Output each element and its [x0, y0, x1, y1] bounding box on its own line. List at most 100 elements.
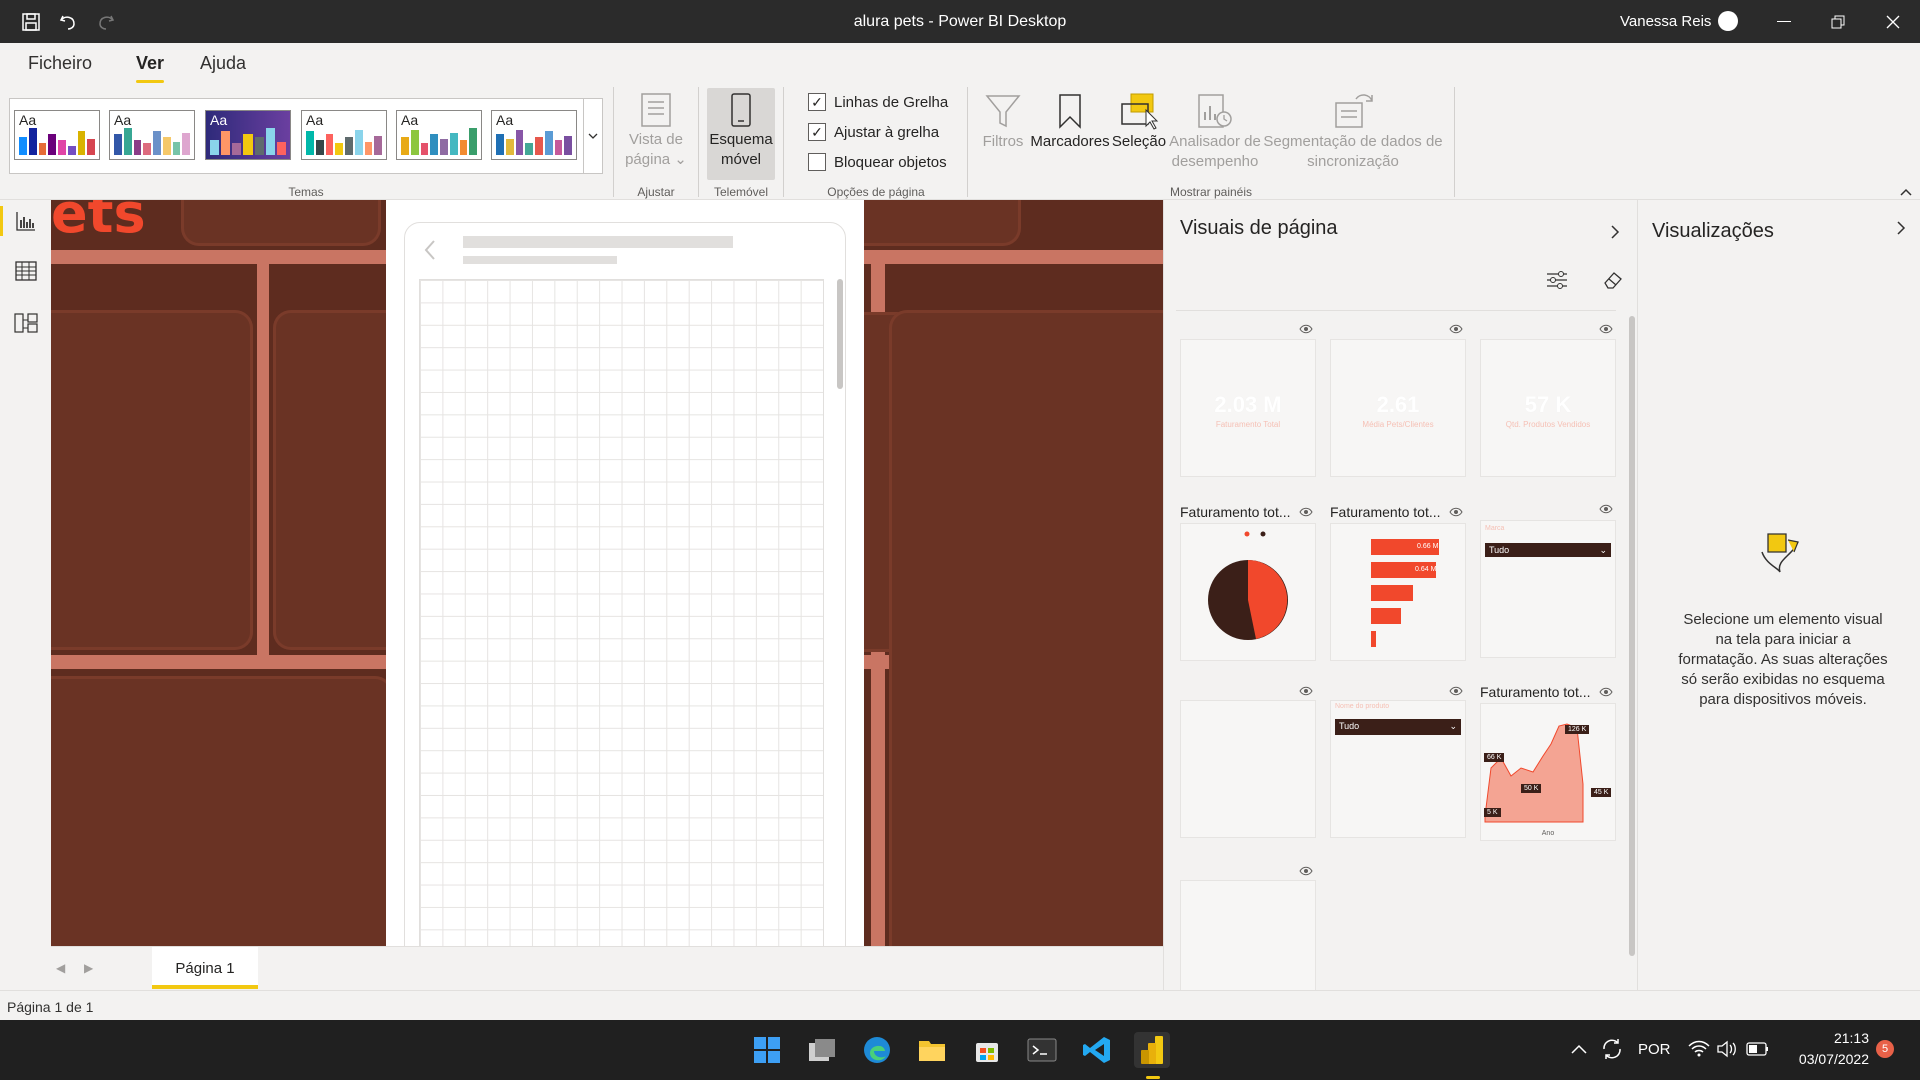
battery-icon[interactable] [1746, 1041, 1770, 1057]
store-icon[interactable] [969, 1032, 1005, 1068]
eye-icon[interactable] [1299, 324, 1313, 334]
chevron-right-icon[interactable] [1896, 220, 1906, 236]
eye-icon[interactable] [1449, 324, 1463, 334]
wifi-icon[interactable] [1688, 1040, 1710, 1058]
divider [967, 87, 968, 197]
eye-icon[interactable] [1299, 866, 1313, 876]
language-indicator[interactable]: POR [1638, 1041, 1671, 1058]
area-chart-thumbnail[interactable]: 126 K 66 K 50 K 45 K 5 K Ano [1480, 703, 1616, 841]
theme-innovate[interactable]: Aa [396, 110, 482, 160]
kpi-card-media-pets[interactable]: 2.61 Média Pets/Clientes [1330, 339, 1466, 477]
tab-ver[interactable]: Ver [136, 53, 165, 83]
clock-date[interactable]: 03/07/2022 [1785, 1051, 1869, 1067]
eye-icon[interactable] [1599, 324, 1613, 334]
eye-icon[interactable] [1449, 507, 1463, 517]
active-indicator [0, 206, 3, 236]
bookmarks-button[interactable]: Marcadores [1029, 90, 1111, 152]
sync-slicers-button[interactable]: Segmentação de dados de sincronização [1263, 90, 1443, 172]
axis-label: Ano [1541, 830, 1555, 837]
mobile-layout-button[interactable]: Esquema móvel [707, 88, 775, 180]
avatar[interactable] [1718, 11, 1738, 31]
eye-icon[interactable] [1599, 504, 1613, 514]
theme-selected[interactable]: Aa [205, 110, 291, 160]
eye-icon[interactable] [1449, 686, 1463, 696]
gridlines-checkbox[interactable]: ✓ Linhas de Grelha [808, 93, 948, 111]
tab-ficheiro[interactable]: Ficheiro [28, 53, 92, 74]
notification-badge[interactable]: 5 [1876, 1040, 1894, 1058]
sync-icon[interactable] [1600, 1038, 1624, 1060]
scrollbar[interactable] [1629, 316, 1635, 956]
slicer-value: Tudo [1339, 721, 1360, 731]
page-tabs-bar: ◀ ▶ Página 1 [51, 946, 1163, 990]
theme-default[interactable]: Aa [14, 110, 100, 160]
next-page-icon[interactable]: ▶ [84, 961, 93, 975]
tab-ajuda[interactable]: Ajuda [200, 53, 246, 74]
windows-start-icon[interactable] [749, 1032, 785, 1068]
check-icon: ✓ [808, 123, 826, 141]
slicer-header: Nome do produto [1335, 703, 1390, 710]
pie-chart-thumbnail[interactable] [1180, 523, 1316, 661]
data-view-icon[interactable] [13, 258, 39, 284]
mobile-layout-label-1: Esquema [709, 131, 773, 148]
model-view-icon[interactable] [13, 310, 39, 336]
empty-visual-thumbnail[interactable] [1180, 880, 1316, 990]
page-view-button[interactable]: Vista de página ⌄ [620, 90, 692, 170]
empty-visual-thumbnail[interactable] [1180, 700, 1316, 838]
canvas-background [51, 310, 253, 650]
sync-label-2: sincronização [1307, 153, 1399, 170]
subtitle-placeholder [463, 256, 617, 264]
ribbon: Aa Aa Aa Aa Aa Aa Temas Vista de página … [0, 85, 1920, 200]
report-view-icon[interactable] [13, 208, 39, 234]
slicer-marca-thumbnail[interactable]: Marca Tudo ⌄ [1480, 520, 1616, 658]
theme-executive[interactable]: Aa [109, 110, 195, 160]
selection-button[interactable]: Seleção [1111, 90, 1167, 152]
kpi-value: 2.03 M [1214, 392, 1282, 417]
filter-settings-icon[interactable] [1546, 270, 1568, 290]
vscode-icon[interactable] [1079, 1032, 1115, 1068]
minimize-icon[interactable] [1757, 0, 1811, 43]
scrollbar[interactable] [837, 279, 843, 389]
eye-icon[interactable] [1599, 687, 1613, 697]
user-name[interactable]: Vanessa Reis [1620, 13, 1711, 30]
kpi-card-faturamento[interactable]: 2.03 M Faturamento Total [1180, 339, 1316, 477]
eye-icon[interactable] [1299, 507, 1313, 517]
kpi-card-qtd-produtos[interactable]: 57 K Qtd. Produtos Vendidos [1480, 339, 1616, 477]
theme-bloom[interactable]: Aa [491, 110, 577, 160]
bar-chart-thumbnail[interactable]: 0.66 M 0.64 M [1330, 523, 1466, 661]
slicer-produto-thumbnail[interactable]: Nome do produto Tudo ⌄ [1330, 700, 1466, 838]
lock-objects-checkbox[interactable]: Bloquear objetos [808, 153, 947, 171]
eraser-icon[interactable] [1602, 270, 1624, 290]
tab-pagina-1[interactable]: Página 1 [152, 947, 258, 989]
taskbar: POR 21:13 03/07/2022 5 [0, 1020, 1920, 1080]
filters-button[interactable]: Filtros [978, 90, 1028, 152]
selection-icon [1111, 90, 1167, 132]
volume-icon[interactable] [1716, 1040, 1738, 1058]
visual-title: Faturamento tot... [1480, 684, 1591, 700]
chevron-right-icon[interactable] [1610, 224, 1620, 240]
chevron-up-icon[interactable] [1571, 1044, 1587, 1054]
performance-analyzer-button[interactable]: Analisador de desempenho [1167, 90, 1263, 172]
snap-to-grid-checkbox[interactable]: ✓ Ajustar à grelha [808, 123, 939, 141]
sync-label-1: Segmentação de dados de [1263, 133, 1443, 150]
close-icon[interactable] [1866, 0, 1920, 43]
clock-time[interactable]: 21:13 [1785, 1030, 1869, 1046]
theme-frontier[interactable]: Aa [301, 110, 387, 160]
pane-title: Visuais de página [1180, 217, 1338, 239]
restore-icon[interactable] [1811, 0, 1865, 43]
task-view-icon[interactable] [804, 1032, 840, 1068]
edge-icon[interactable] [859, 1032, 895, 1068]
terminal-icon[interactable] [1024, 1032, 1060, 1068]
performance-label-2: desempenho [1171, 153, 1259, 170]
group-label-telemovel: Telemóvel [713, 185, 769, 199]
title-bar: alura pets - Power BI Desktop Vanessa Re… [0, 0, 1920, 43]
collapse-ribbon-icon[interactable] [1900, 183, 1912, 201]
prev-page-icon[interactable]: ◀ [56, 961, 65, 975]
mobile-grid[interactable] [419, 279, 824, 979]
phone-frame [404, 222, 846, 982]
file-explorer-icon[interactable] [914, 1032, 950, 1068]
chevron-down-icon[interactable] [583, 99, 602, 173]
power-bi-icon[interactable] [1134, 1032, 1170, 1068]
eye-icon[interactable] [1299, 686, 1313, 696]
kpi-label: Faturamento Total [1215, 420, 1281, 429]
mobile-layout-label-2: móvel [720, 151, 761, 168]
